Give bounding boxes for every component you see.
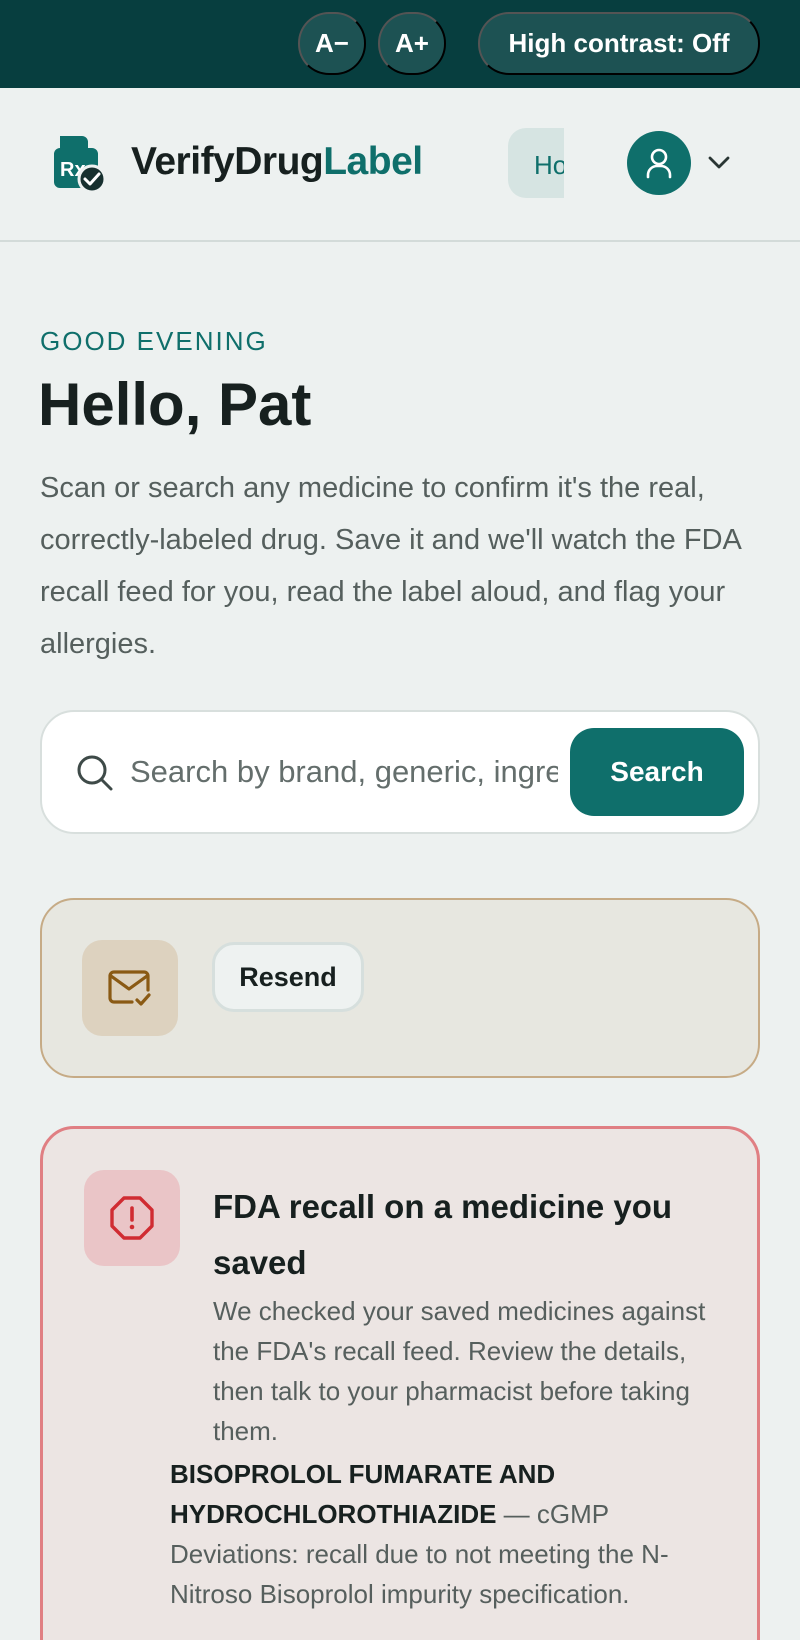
search-button[interactable]: Search [570, 728, 744, 816]
brand-name[interactable]: VerifyDrugLabel [131, 140, 423, 184]
verify-icon-container [82, 940, 178, 1036]
site-header: Rx VerifyDrugLabel Home [0, 88, 800, 242]
chevron-down-icon[interactable] [706, 152, 732, 172]
greeting-eyebrow: GOOD EVENING [40, 326, 268, 356]
verify-email-banner: Resend [40, 898, 760, 1078]
resend-verification-button[interactable]: Resend [212, 942, 364, 1012]
search-input[interactable] [130, 742, 558, 802]
user-icon [646, 148, 672, 179]
brand-name-part1: VerifyDrug [131, 140, 324, 183]
recall-title: FDA recall on a medicine you saved [213, 1188, 673, 1281]
increase-text-size-button[interactable]: A+ [378, 12, 446, 75]
intro-text: Scan or search any medicine to confirm i… [40, 472, 741, 660]
high-contrast-toggle[interactable]: High contrast: Off [478, 12, 760, 75]
recall-description: We checked your saved medicines against … [213, 1296, 706, 1446]
recall-item[interactable]: BISOPROLOL FUMARATE AND HYDROCHLOROTHIAZ… [170, 1454, 670, 1614]
accessibility-bar: A− A+ High contrast: Off [0, 0, 800, 88]
search-icon [77, 755, 113, 791]
mail-check-icon [108, 970, 151, 1006]
rx-verified-logo-icon[interactable]: Rx [50, 132, 108, 194]
page-title: Hello, Pat [38, 371, 312, 438]
decrease-text-size-button[interactable]: A− [298, 12, 366, 75]
nav-tab-home[interactable]: Home [508, 128, 564, 198]
alert-octagon-icon [110, 1196, 154, 1240]
account-avatar-button[interactable] [627, 131, 691, 195]
recall-icon-container [84, 1170, 180, 1266]
search-bar: Search [40, 710, 760, 834]
brand-name-part2: Label [323, 140, 423, 183]
